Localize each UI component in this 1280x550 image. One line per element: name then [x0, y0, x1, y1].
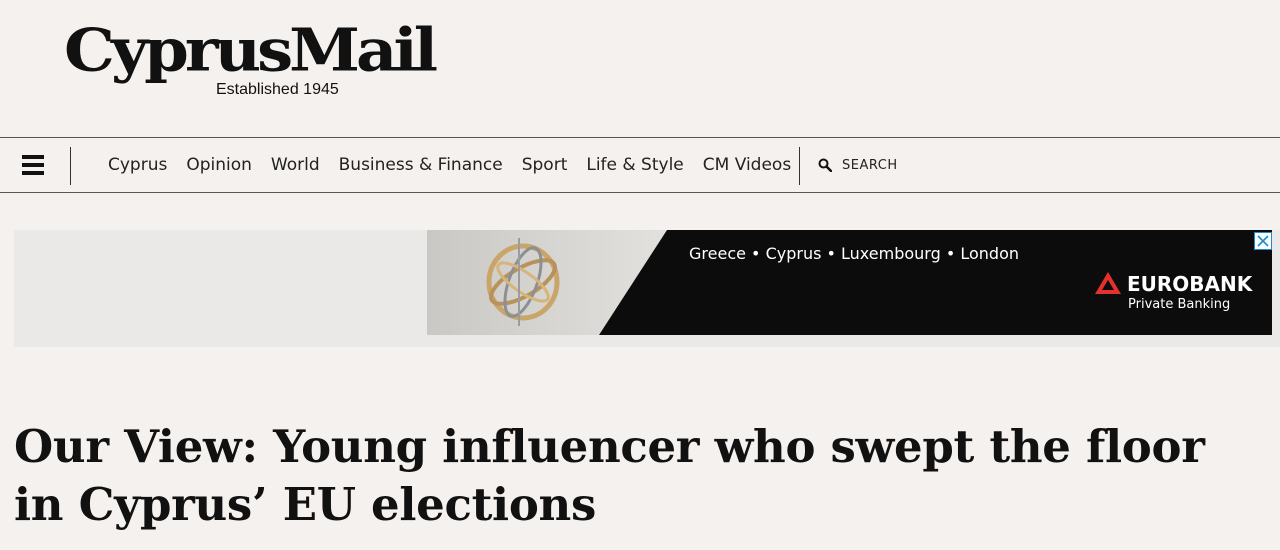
- nav-item-cm-videos[interactable]: CM Videos: [703, 155, 791, 175]
- main-navigation: Cyprus Opinion World Business & Finance …: [0, 137, 1280, 193]
- nav-divider: [70, 147, 71, 185]
- ad-cities: Greece • Cyprus • Luxembourg • London: [689, 244, 1019, 263]
- nav-item-opinion[interactable]: Opinion: [186, 155, 252, 175]
- nav-items: Cyprus Opinion World Business & Finance …: [108, 138, 810, 192]
- article-headline: Our View: Young influencer who swept the…: [14, 420, 1205, 531]
- ad-brand: EUROBANK: [1127, 272, 1253, 296]
- nav-item-life-style[interactable]: Life & Style: [586, 155, 683, 175]
- ad-container: Greece • Cyprus • Luxembourg • London EU…: [14, 230, 1280, 347]
- logo-wordmark: CyprusMail: [64, 16, 438, 86]
- search-label: SEARCH: [842, 157, 898, 173]
- eurobank-logo-icon: [1095, 272, 1121, 294]
- logo-tagline: Established 1945: [216, 81, 339, 98]
- nav-item-sport[interactable]: Sport: [522, 155, 568, 175]
- hamburger-menu-icon[interactable]: [22, 155, 44, 175]
- nav-item-cyprus[interactable]: Cyprus: [108, 155, 167, 175]
- ad-close-button[interactable]: [1254, 232, 1272, 250]
- masthead: CyprusMail Established 1945: [0, 0, 1280, 137]
- search-icon: [818, 158, 832, 172]
- nav-item-world[interactable]: World: [271, 155, 320, 175]
- site-logo[interactable]: CyprusMail Established 1945: [64, 16, 438, 98]
- nav-divider: [799, 147, 800, 185]
- ad-subtitle: Private Banking: [1128, 297, 1231, 312]
- nav-item-business-finance[interactable]: Business & Finance: [339, 155, 503, 175]
- search-button[interactable]: SEARCH: [818, 138, 898, 192]
- eurobank-banner-ad[interactable]: Greece • Cyprus • Luxembourg • London EU…: [427, 230, 1272, 335]
- close-icon: [1257, 235, 1269, 247]
